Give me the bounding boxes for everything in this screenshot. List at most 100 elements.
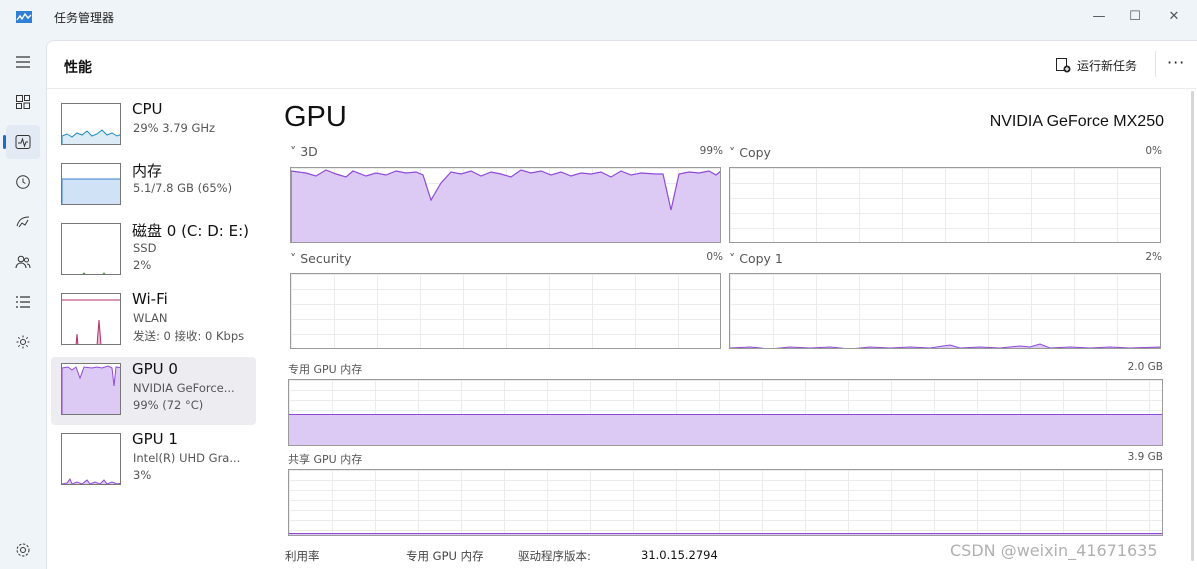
- device-memory[interactable]: 内存 5.1/7.8 GB (65%): [51, 157, 256, 225]
- device-detail: SSD: [133, 241, 157, 255]
- driver-version-value: 31.0.15.2794: [641, 548, 718, 562]
- driver-version-label: 驱动程序版本:: [518, 549, 591, 563]
- nav-services[interactable]: [6, 325, 40, 359]
- page-title: 性能: [64, 60, 92, 76]
- cpu-thumbnail: [61, 103, 121, 145]
- dedicated-memory-graph: [288, 379, 1163, 446]
- wifi-thumbnail: [61, 293, 121, 345]
- engine-copy-graph: [729, 167, 1161, 243]
- engine-copy-selector[interactable]: ˅ Copy: [729, 145, 771, 160]
- device-detail: Intel(R) UHD Gra...: [133, 451, 241, 465]
- history-icon: [16, 175, 30, 189]
- users-icon: [15, 255, 31, 269]
- device-name: 内存: [132, 162, 163, 180]
- run-new-task-label: 运行新任务: [1077, 58, 1138, 73]
- dedicated-memory-label: 专用 GPU 内存: [288, 363, 363, 376]
- startup-icon: [16, 216, 30, 228]
- engine-3d-graph: [290, 167, 721, 243]
- more-options-button[interactable]: ···: [1167, 53, 1185, 72]
- engine-percent: 0%: [706, 251, 723, 263]
- device-name: GPU 1: [132, 430, 178, 448]
- device-detail: NVIDIA GeForce...: [133, 381, 235, 395]
- device-wifi[interactable]: Wi-Fi WLAN 发送: 0 接收: 0 Kbps: [51, 287, 256, 355]
- engine-3d-selector[interactable]: ˅ 3D: [290, 144, 318, 159]
- engine-copy1-selector[interactable]: ˅ Copy 1: [729, 251, 783, 266]
- cpu-thumbnail-graph: [62, 129, 120, 144]
- new-task-icon: [1056, 58, 1071, 73]
- gpu-model-name: NVIDIA GeForce MX250: [989, 113, 1164, 130]
- engine-3d-graph-line: [291, 169, 720, 242]
- nav-settings[interactable]: [6, 533, 40, 567]
- engine-label: Security: [300, 251, 352, 266]
- title-bar: 任务管理器 — ☐ ✕: [0, 0, 1197, 36]
- device-usage: 3%: [133, 468, 152, 482]
- shared-memory-label: 共享 GPU 内存: [288, 453, 363, 466]
- device-usage: 发送: 0 接收: 0 Kbps: [133, 329, 245, 343]
- gpu1-thumbnail: [61, 433, 121, 485]
- dedicated-memory-footer-label: 专用 GPU 内存: [406, 549, 484, 563]
- wifi-thumbnail-graph: [62, 299, 120, 344]
- settings-icon: [16, 543, 30, 557]
- engine-security-graph: [290, 273, 721, 349]
- nav-processes[interactable]: [6, 85, 40, 119]
- device-detail: 29% 3.79 GHz: [133, 121, 216, 135]
- device-gpu-1[interactable]: GPU 1 Intel(R) UHD Gra... 3%: [51, 427, 256, 495]
- engine-copy1-graph: [729, 273, 1161, 349]
- scrollbar[interactable]: [1191, 91, 1194, 561]
- device-gpu-0[interactable]: GPU 0 NVIDIA GeForce... 99% (72 °C): [51, 357, 256, 425]
- maximize-icon: ☐: [1129, 8, 1141, 24]
- watermark: CSDN @weixin_41671635: [950, 541, 1158, 560]
- device-cpu[interactable]: CPU 29% 3.79 GHz: [51, 97, 256, 165]
- nav-rail: [0, 40, 46, 569]
- run-new-task-button[interactable]: 运行新任务: [1055, 53, 1137, 77]
- nav-users[interactable]: [6, 245, 40, 279]
- engine-label: 3D: [300, 144, 318, 159]
- device-name: CPU: [132, 100, 163, 118]
- nav-performance[interactable]: [3, 125, 40, 159]
- services-icon: [16, 335, 30, 349]
- task-manager-icon: [16, 11, 32, 23]
- shared-memory-graph: [288, 469, 1163, 536]
- engine-percent: 99%: [699, 145, 723, 157]
- nav-startup[interactable]: [6, 205, 40, 239]
- processes-icon: [16, 95, 30, 109]
- main-panel: 性能 运行新任务 ··· CPU 29% 3.79 GHz 内存 5.1/7.8…: [46, 40, 1197, 569]
- memory-thumbnail: [61, 163, 121, 205]
- engine-label: Copy: [739, 145, 771, 160]
- engine-percent: 0%: [1145, 145, 1162, 157]
- close-button[interactable]: ✕: [1151, 0, 1197, 32]
- engine-label: Copy 1: [739, 251, 783, 266]
- utilization-label: 利用率: [285, 549, 320, 563]
- device-disk[interactable]: 磁盘 0 (C: D: E:) SSD 2%: [51, 217, 256, 285]
- memory-thumbnail-graph: [62, 178, 120, 204]
- engine-security-selector[interactable]: ˅ Security: [290, 251, 352, 266]
- gpu0-thumbnail: [61, 363, 121, 415]
- dedicated-memory-value: 2.0 GB: [1127, 361, 1163, 373]
- gpu0-thumbnail-graph: [62, 365, 120, 414]
- disk-thumbnail-graph: [82, 272, 106, 274]
- device-detail: 5.1/7.8 GB (65%): [133, 181, 233, 195]
- device-usage: 99% (72 °C): [133, 398, 204, 412]
- page-header: 性能 运行新任务 ···: [47, 41, 1197, 89]
- device-detail: WLAN: [133, 311, 168, 325]
- menu-button[interactable]: [6, 45, 40, 79]
- disk-thumbnail: [61, 223, 121, 275]
- device-name: Wi-Fi: [132, 290, 168, 308]
- device-name: GPU 0: [132, 360, 178, 378]
- close-icon: ✕: [1168, 8, 1180, 24]
- engine-percent: 2%: [1145, 251, 1162, 263]
- nav-details[interactable]: [6, 285, 40, 319]
- details-icon: [16, 296, 30, 308]
- shared-memory-value: 3.9 GB: [1127, 451, 1163, 463]
- device-usage: 2%: [133, 258, 152, 272]
- gpu1-thumbnail-graph: [62, 477, 120, 484]
- menu-icon: [16, 56, 30, 68]
- performance-icon: [15, 135, 31, 149]
- device-name: 磁盘 0 (C: D: E:): [132, 222, 249, 240]
- header-divider: [1155, 51, 1156, 77]
- window-title: 任务管理器: [54, 11, 115, 25]
- gpu-title: GPU: [284, 101, 347, 133]
- minimize-icon: —: [1092, 8, 1106, 24]
- engine-copy1-graph-line: [730, 343, 1160, 348]
- nav-history[interactable]: [6, 165, 40, 199]
